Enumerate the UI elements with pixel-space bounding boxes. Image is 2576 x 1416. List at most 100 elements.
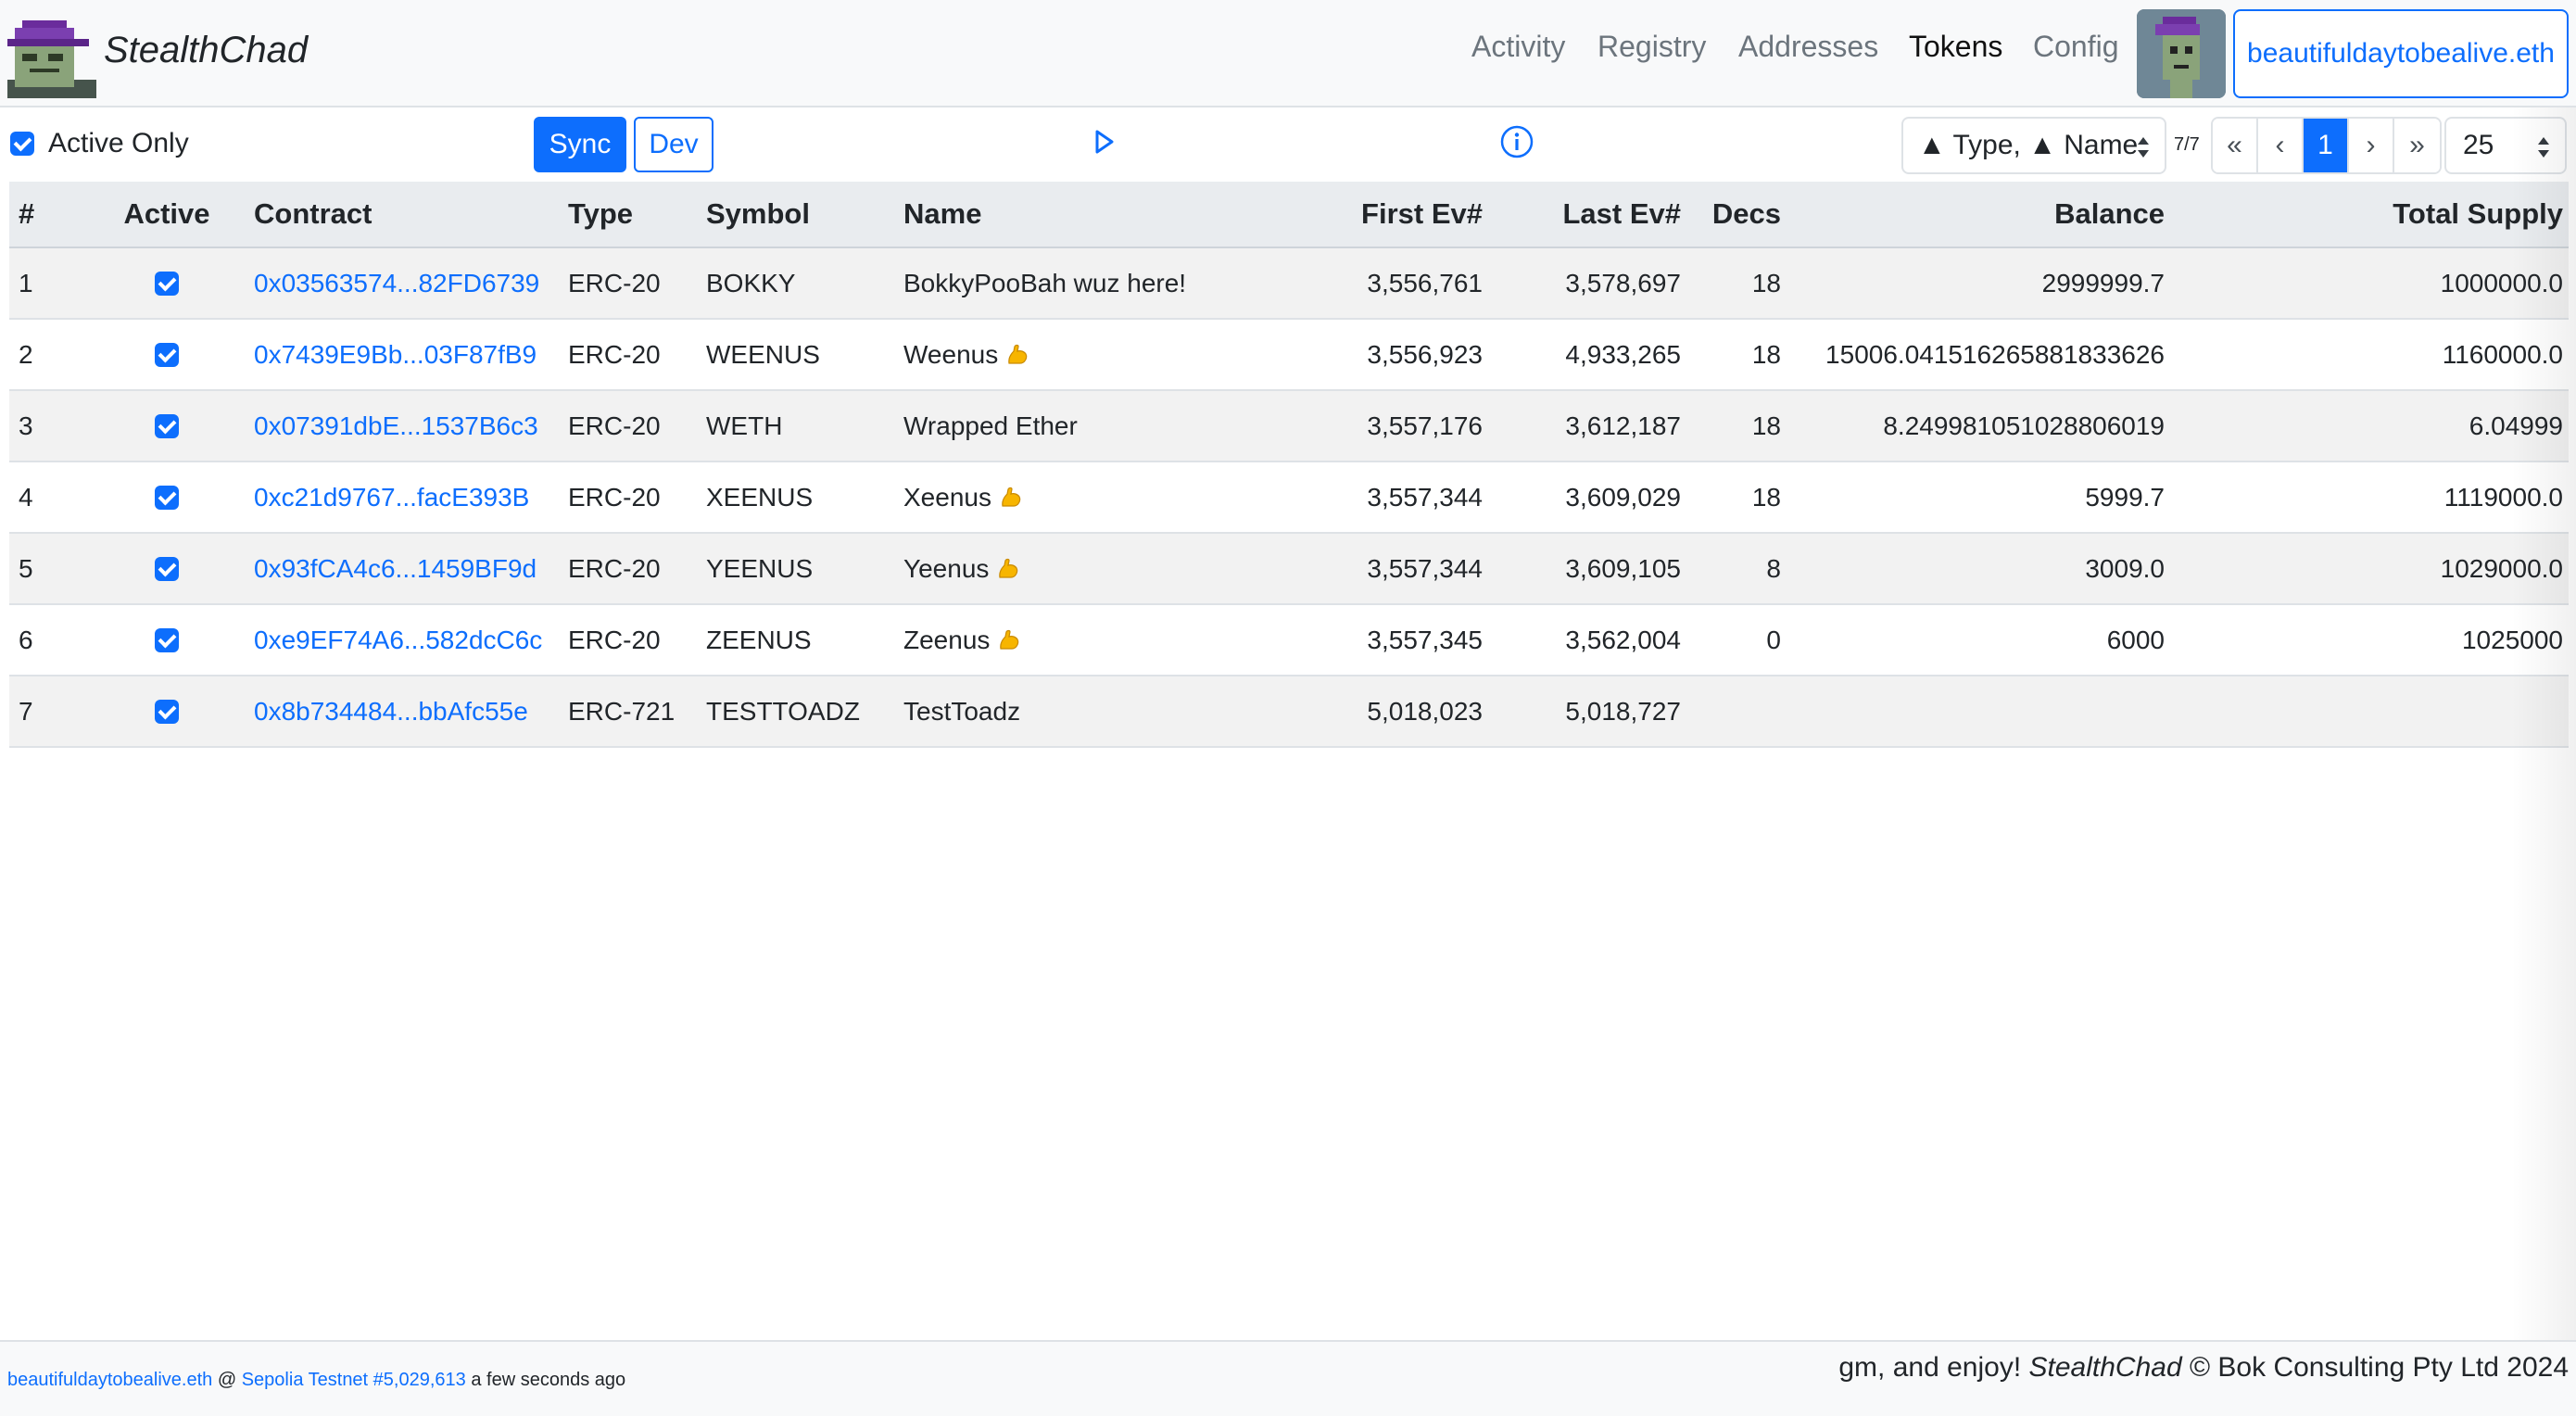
cell-total-supply: 1119000.0 bbox=[2178, 462, 2563, 532]
cell-contract[interactable]: 0x7439E9Bb...03F87fB9 bbox=[254, 320, 537, 389]
cell-active bbox=[117, 462, 217, 532]
cell-balance-text: 15006.041516265881833626 bbox=[1825, 339, 2165, 369]
row-active-checkbox[interactable] bbox=[155, 627, 179, 652]
cell-balance-text: 2999999.7 bbox=[2041, 268, 2165, 297]
cell-name: BokkyPooBah wuz here! bbox=[903, 248, 1186, 318]
header-active[interactable]: Active bbox=[117, 182, 217, 247]
cell-contract[interactable]: 0xe9EF74A6...582dcC6c bbox=[254, 605, 542, 675]
table-row: 4 0xc21d9767...facE393B ERC-20 XEENUS Xeenus… bbox=[9, 462, 2569, 534]
cell-name-text: Weenus bbox=[903, 339, 999, 369]
flexed-biceps-icon bbox=[1000, 629, 1019, 650]
row-active-checkbox[interactable] bbox=[155, 485, 179, 510]
sort-select[interactable]: ▲ Type, ▲ Name bbox=[1901, 117, 2166, 174]
cell-contract-text[interactable]: 0x7439E9Bb...03F87fB9 bbox=[254, 340, 537, 370]
cell-name-text: Zeenus bbox=[903, 625, 991, 654]
cell-balance bbox=[1788, 676, 2165, 746]
cell-active bbox=[117, 605, 217, 675]
cell-contract-text[interactable]: 0x8b734484...bbAfc55e bbox=[254, 697, 528, 727]
cell-num-text: 5 bbox=[19, 553, 33, 583]
header-balance[interactable]: Balance bbox=[1788, 182, 2165, 247]
last-page-button[interactable]: » bbox=[2394, 119, 2440, 172]
row-active-checkbox[interactable] bbox=[155, 699, 179, 724]
cell-contract-text[interactable]: 0xc21d9767...facE393B bbox=[254, 483, 529, 512]
cell-first-ev: 3,557,344 bbox=[1297, 534, 1483, 603]
cell-last-ev-text: 3,578,697 bbox=[1565, 268, 1681, 297]
cell-symbol-text: WETH bbox=[706, 411, 783, 440]
nav-registry[interactable]: Registry bbox=[1597, 28, 1706, 65]
pixel-punk-logo-icon[interactable] bbox=[7, 20, 96, 98]
footer-account-link[interactable]: beautifuldaytobealive.eth bbox=[7, 1370, 212, 1390]
cell-symbol: WETH bbox=[706, 391, 782, 461]
cell-first-ev: 5,018,023 bbox=[1297, 676, 1483, 746]
header-num[interactable]: # bbox=[19, 182, 34, 247]
cell-total-supply-text: 1000000.0 bbox=[2440, 268, 2563, 297]
footer-network-link[interactable]: Sepolia Testnet #5,029,613 bbox=[242, 1370, 466, 1390]
account-button[interactable]: beautifuldaytobealive.eth bbox=[2233, 9, 2569, 98]
pixel-punk-avatar-icon bbox=[2137, 9, 2226, 98]
page-size-select[interactable]: 25 bbox=[2444, 117, 2567, 174]
cell-type-text: ERC-20 bbox=[568, 339, 661, 369]
row-active-checkbox[interactable] bbox=[155, 413, 179, 438]
cell-name-text: BokkyPooBah wuz here! bbox=[903, 268, 1187, 297]
header-type[interactable]: Type bbox=[568, 182, 633, 247]
sync-button[interactable]: Sync bbox=[534, 117, 626, 172]
cell-first-ev: 3,556,761 bbox=[1297, 248, 1483, 318]
cell-contract[interactable]: 0x07391dbE...1537B6c3 bbox=[254, 391, 538, 461]
cell-name: Zeenus bbox=[903, 605, 1021, 675]
cell-decs: 0 bbox=[1686, 605, 1781, 675]
first-page-button[interactable]: « bbox=[2213, 119, 2258, 172]
cell-balance: 15006.041516265881833626 bbox=[1788, 320, 2165, 389]
cell-symbol: BOKKY bbox=[706, 248, 795, 318]
header-decs[interactable]: Decs bbox=[1686, 182, 1781, 247]
header-name[interactable]: Name bbox=[903, 182, 981, 247]
cell-num: 1 bbox=[19, 248, 33, 318]
cell-contract-text[interactable]: 0x03563574...82FD6739 bbox=[254, 269, 539, 298]
row-active-checkbox[interactable] bbox=[155, 271, 179, 296]
header-first-ev[interactable]: First Ev# bbox=[1297, 182, 1483, 247]
active-only-checkbox[interactable] bbox=[10, 132, 34, 156]
play-icon[interactable] bbox=[1092, 128, 1118, 156]
table-row: 1 0x03563574...82FD6739 ERC-20 BOKKY BokkyPo… bbox=[9, 248, 2569, 320]
cell-last-ev: 4,933,265 bbox=[1492, 320, 1681, 389]
cell-balance: 6000 bbox=[1788, 605, 2165, 675]
brand-name[interactable]: StealthChad bbox=[104, 26, 308, 74]
active-only-label[interactable]: Active Only bbox=[48, 126, 189, 161]
avatar[interactable] bbox=[2137, 9, 2226, 98]
cell-contract-text[interactable]: 0xe9EF74A6...582dcC6c bbox=[254, 626, 542, 655]
cell-contract-text[interactable]: 0x07391dbE...1537B6c3 bbox=[254, 411, 538, 441]
cell-type: ERC-20 bbox=[568, 248, 661, 318]
cell-total-supply-text: 1025000 bbox=[2461, 625, 2563, 654]
info-icon[interactable] bbox=[1499, 124, 1534, 159]
row-active-checkbox[interactable] bbox=[155, 342, 179, 367]
nav-tokens[interactable]: Tokens bbox=[1909, 28, 2002, 65]
cell-contract-text[interactable]: 0x93fCA4c6...1459BF9d bbox=[254, 554, 537, 584]
next-page-button[interactable]: › bbox=[2349, 119, 2394, 172]
cell-type-text: ERC-721 bbox=[568, 696, 676, 726]
nav-config[interactable]: Config bbox=[2033, 28, 2119, 65]
page-count: 7/7 bbox=[2174, 134, 2200, 155]
dev-button[interactable]: Dev bbox=[634, 117, 713, 172]
cell-contract[interactable]: 0x03563574...82FD6739 bbox=[254, 248, 539, 318]
nav-addresses[interactable]: Addresses bbox=[1738, 28, 1878, 65]
row-active-checkbox[interactable] bbox=[155, 556, 179, 581]
table-body: 1 0x03563574...82FD6739 ERC-20 BOKKY BokkyPo… bbox=[9, 248, 2569, 748]
cell-name-text: Yeenus bbox=[903, 553, 990, 583]
current-page-button[interactable]: 1 bbox=[2304, 119, 2349, 172]
cell-contract[interactable]: 0xc21d9767...facE393B bbox=[254, 462, 529, 532]
header-last-ev[interactable]: Last Ev# bbox=[1492, 182, 1681, 247]
cell-contract[interactable]: 0x93fCA4c6...1459BF9d bbox=[254, 534, 537, 603]
header-contract[interactable]: Contract bbox=[254, 182, 372, 247]
cell-decs: 18 bbox=[1686, 248, 1781, 318]
prev-page-button[interactable]: ‹ bbox=[2258, 119, 2304, 172]
cell-contract[interactable]: 0x8b734484...bbAfc55e bbox=[254, 676, 528, 746]
cell-first-ev-text: 3,557,345 bbox=[1367, 625, 1483, 654]
cell-type: ERC-20 bbox=[568, 391, 661, 461]
cell-num: 7 bbox=[19, 676, 33, 746]
header-symbol[interactable]: Symbol bbox=[706, 182, 810, 247]
sort-select-value: ▲ Type, ▲ Name bbox=[1918, 130, 2139, 160]
table-row: 5 0x93fCA4c6...1459BF9d ERC-20 YEENUS Yeenus… bbox=[9, 534, 2569, 605]
nav-activity[interactable]: Activity bbox=[1471, 28, 1565, 65]
footer-at: @ bbox=[217, 1370, 237, 1390]
cell-balance-text: 8.249981051028806019 bbox=[1883, 411, 2165, 440]
header-total-supply[interactable]: Total Supply bbox=[2178, 182, 2563, 247]
